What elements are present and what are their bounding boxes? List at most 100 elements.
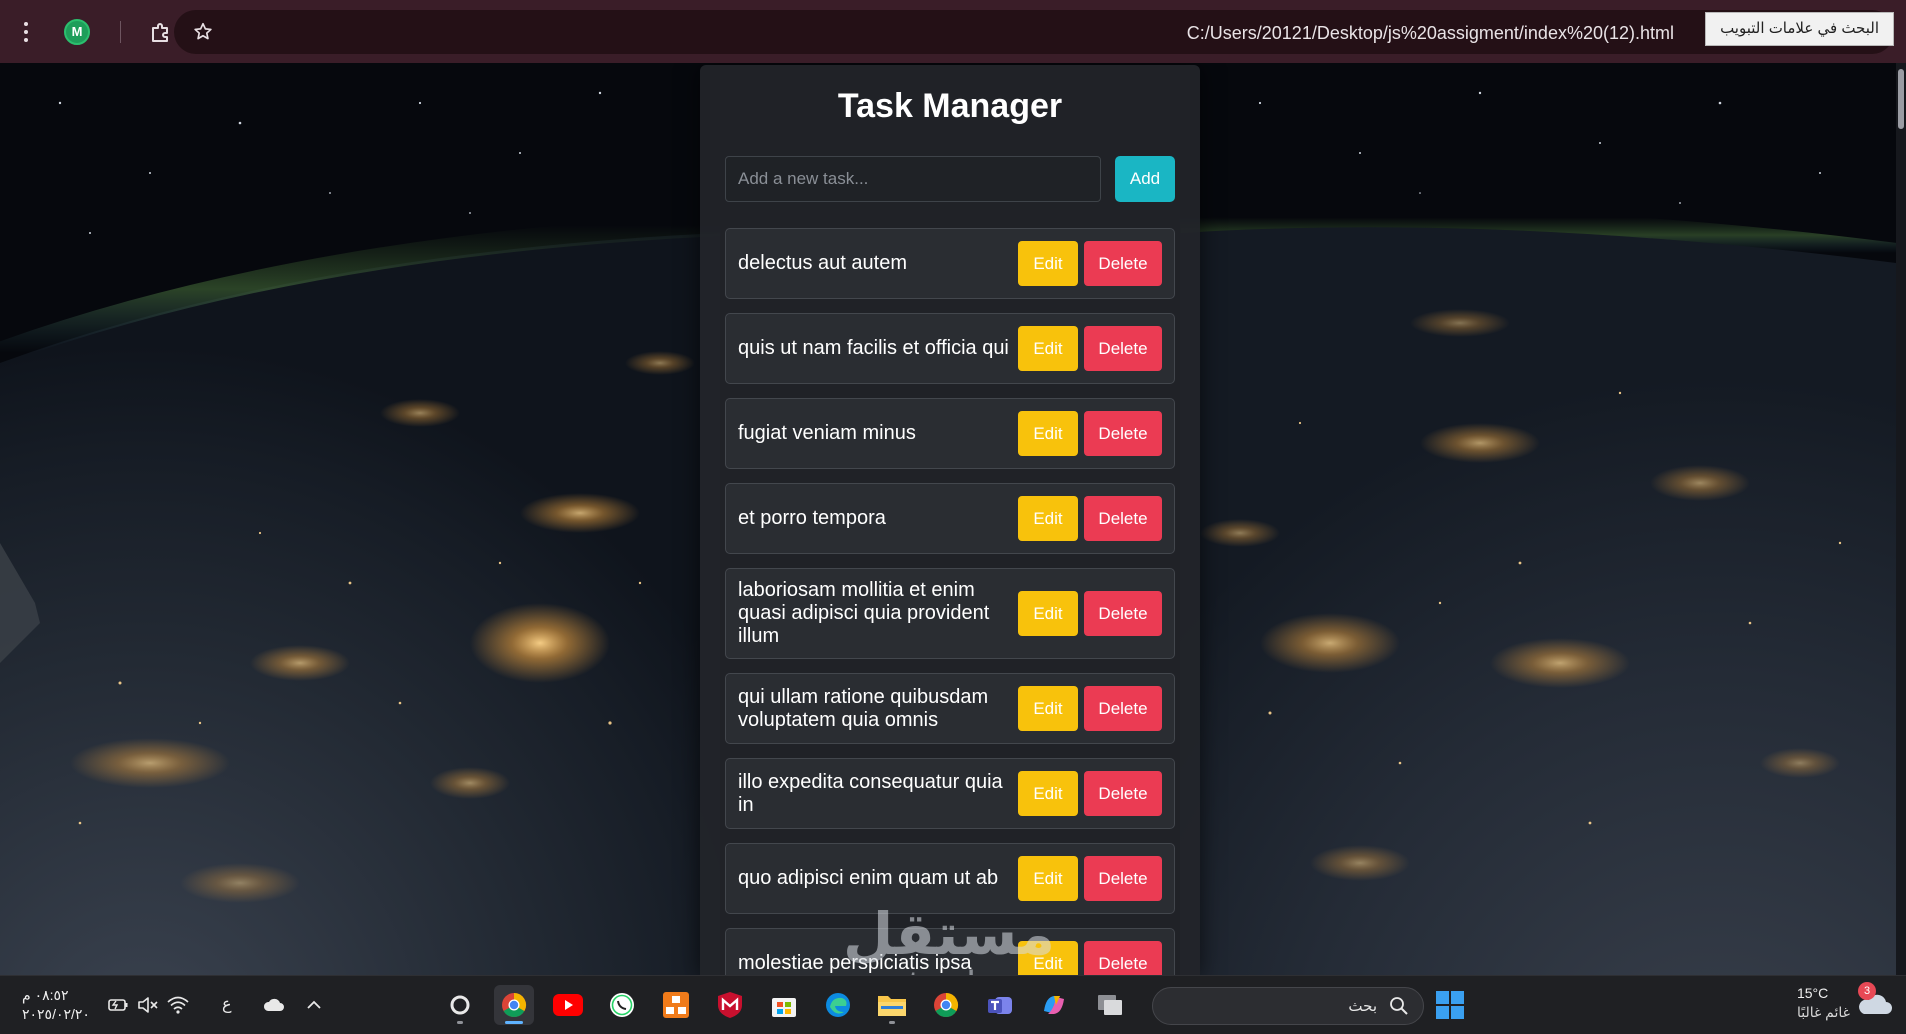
edit-task-button[interactable]: Edit <box>1018 856 1078 901</box>
new-task-input[interactable] <box>725 156 1101 202</box>
task-list: delectus aut autem Edit Delete quis ut n… <box>725 228 1175 975</box>
taskbar-app-mcafee[interactable] <box>710 985 750 1025</box>
task-item: illo expedita consequatur quia in Edit D… <box>725 758 1175 829</box>
task-item: qui ullam ratione quibusdam voluptatem q… <box>725 673 1175 744</box>
onedrive-cloud-icon[interactable] <box>262 993 286 1017</box>
browser-menu-icon[interactable] <box>22 21 30 42</box>
start-button[interactable] <box>1430 985 1470 1025</box>
task-actions: Edit Delete <box>1018 591 1162 636</box>
taskbar-app-file-explorer[interactable] <box>872 985 912 1025</box>
task-item: laboriosam mollitia et enim quasi adipis… <box>725 568 1175 659</box>
task-view-icon <box>1098 995 1122 1015</box>
address-bar[interactable]: C:/Users/20121/Desktop/js%20assigment/in… <box>174 10 1894 54</box>
task-actions: Edit Delete <box>1018 856 1162 901</box>
delete-task-button[interactable]: Delete <box>1084 686 1162 731</box>
delete-task-button[interactable]: Delete <box>1084 326 1162 371</box>
task-text: molestiae perspiciatis ipsa <box>738 952 972 974</box>
task-text: delectus aut autem <box>738 252 907 274</box>
edit-task-button[interactable]: Edit <box>1018 496 1078 541</box>
app-indicator <box>457 1021 463 1024</box>
taskbar-app-youtube[interactable] <box>548 985 588 1025</box>
delete-task-button[interactable]: Delete <box>1084 241 1162 286</box>
edge-icon <box>826 993 850 1017</box>
edit-task-button[interactable]: Edit <box>1018 771 1078 816</box>
scrollbar-thumb[interactable] <box>1898 69 1904 129</box>
cortana-ring-icon <box>450 995 470 1015</box>
edit-task-button[interactable]: Edit <box>1018 241 1078 286</box>
add-task-button[interactable]: Add <box>1115 156 1175 202</box>
chrome-icon <box>502 993 527 1018</box>
edit-task-button[interactable]: Edit <box>1018 591 1078 636</box>
chrome-icon <box>934 993 959 1018</box>
task-actions: Edit Delete <box>1018 326 1162 371</box>
task-actions: Edit Delete <box>1018 771 1162 816</box>
delete-task-button[interactable]: Delete <box>1084 411 1162 456</box>
task-actions: Edit Delete <box>1018 686 1162 731</box>
profile-avatar[interactable]: M <box>64 18 90 45</box>
task-item: quo adipisci enim quam ut ab Edit Delete <box>725 843 1175 914</box>
edit-task-button[interactable]: Edit <box>1018 326 1078 371</box>
taskbar-app-chrome-profile[interactable] <box>494 985 534 1025</box>
taskbar-search[interactable]: بحث <box>1152 987 1424 1025</box>
battery-icon[interactable] <box>106 993 130 1017</box>
taskbar-app-virtual-desktops[interactable] <box>1090 985 1130 1025</box>
task-item: quis ut nam facilis et officia qui Edit … <box>725 313 1175 384</box>
search-icon <box>1390 997 1408 1015</box>
add-task-form: Add <box>725 156 1175 202</box>
task-item: fugiat veniam minus Edit Delete <box>725 398 1175 469</box>
taskbar-app-office-tool[interactable] <box>656 985 696 1025</box>
whatsapp-icon <box>610 993 634 1017</box>
task-actions: Edit Delete <box>1018 496 1162 541</box>
copilot-icon <box>1044 996 1064 1014</box>
task-text: qui ullam ratione quibusdam voluptatem q… <box>738 685 989 731</box>
toolbar-divider <box>120 20 121 43</box>
task-text: illo expedita consequatur quia in <box>738 770 1003 816</box>
delete-task-button[interactable]: Delete <box>1084 856 1162 901</box>
delete-task-button[interactable]: Delete <box>1084 771 1162 816</box>
windows-taskbar: ٠٨:٥٢ م ٢٠٢٥/٠٢/٢٠ ع بحث 15°C غائم غالبً… <box>0 975 1906 1034</box>
taskbar-app-chrome[interactable] <box>926 985 966 1025</box>
app-indicator <box>889 1021 895 1024</box>
task-actions: Edit Delete <box>1018 411 1162 456</box>
taskbar-app-copilot[interactable] <box>1034 985 1074 1025</box>
delete-task-button[interactable]: Delete <box>1084 496 1162 541</box>
taskbar-app-edge[interactable] <box>818 985 858 1025</box>
browser-toolbar: M C:/Users/20121/Desktop/js%20assigment/… <box>0 0 1906 63</box>
chevron-up-icon[interactable] <box>302 993 326 1017</box>
temperature: 15°C <box>1796 985 1829 1001</box>
weather-condition: غائم غالبًا <box>1796 1004 1850 1020</box>
extensions-icon[interactable] <box>149 20 173 44</box>
task-item: molestiae perspiciatis ipsa Edit Delete <box>725 928 1175 975</box>
edit-task-button[interactable]: Edit <box>1018 941 1078 975</box>
delete-task-button[interactable]: Delete <box>1084 941 1162 975</box>
speaker-muted-icon[interactable] <box>136 993 160 1017</box>
edit-task-button[interactable]: Edit <box>1018 411 1078 456</box>
wifi-icon[interactable] <box>166 993 190 1017</box>
task-text: quo adipisci enim quam ut ab <box>738 867 999 889</box>
taskbar-app-cortana[interactable] <box>440 985 480 1025</box>
page-scrollbar[interactable] <box>1896 63 1906 975</box>
task-text: et porro tempora <box>738 507 886 529</box>
delete-task-button[interactable]: Delete <box>1084 591 1162 636</box>
taskbar-app-store[interactable] <box>764 985 804 1025</box>
teams-icon <box>988 997 1012 1014</box>
task-text: laboriosam mollitia et enim quasi adipis… <box>738 579 990 647</box>
url-text[interactable]: C:/Users/20121/Desktop/js%20assigment/in… <box>1187 23 1674 44</box>
task-item: et porro tempora Edit Delete <box>725 483 1175 554</box>
bookmark-star-icon[interactable] <box>192 21 214 43</box>
edit-task-button[interactable]: Edit <box>1018 686 1078 731</box>
taskbar-app-teams[interactable] <box>980 985 1020 1025</box>
youtube-icon <box>553 994 583 1016</box>
taskbar-app-whatsapp[interactable] <box>602 985 642 1025</box>
weather-text: 15°C غائم غالبًا <box>1797 984 1850 1022</box>
tab-search-tooltip: البحث في علامات التبويب <box>1705 12 1894 46</box>
taskbar-clock[interactable]: ٠٨:٥٢ م ٢٠٢٥/٠٢/٢٠ <box>22 986 90 1024</box>
windows-logo-icon <box>1436 991 1464 1019</box>
input-language[interactable]: ع <box>222 994 232 1014</box>
weather-widget[interactable]: 15°C غائم غالبًا <box>1797 984 1892 1022</box>
folder-icon <box>878 996 906 1016</box>
store-bag-icon <box>772 998 796 1017</box>
page-viewport: Task Manager Add delectus aut autem Edit… <box>0 63 1896 975</box>
task-text: fugiat veniam minus <box>738 422 916 444</box>
clock-date: ٢٠٢٥/٠٢/٢٠ <box>22 1006 90 1022</box>
